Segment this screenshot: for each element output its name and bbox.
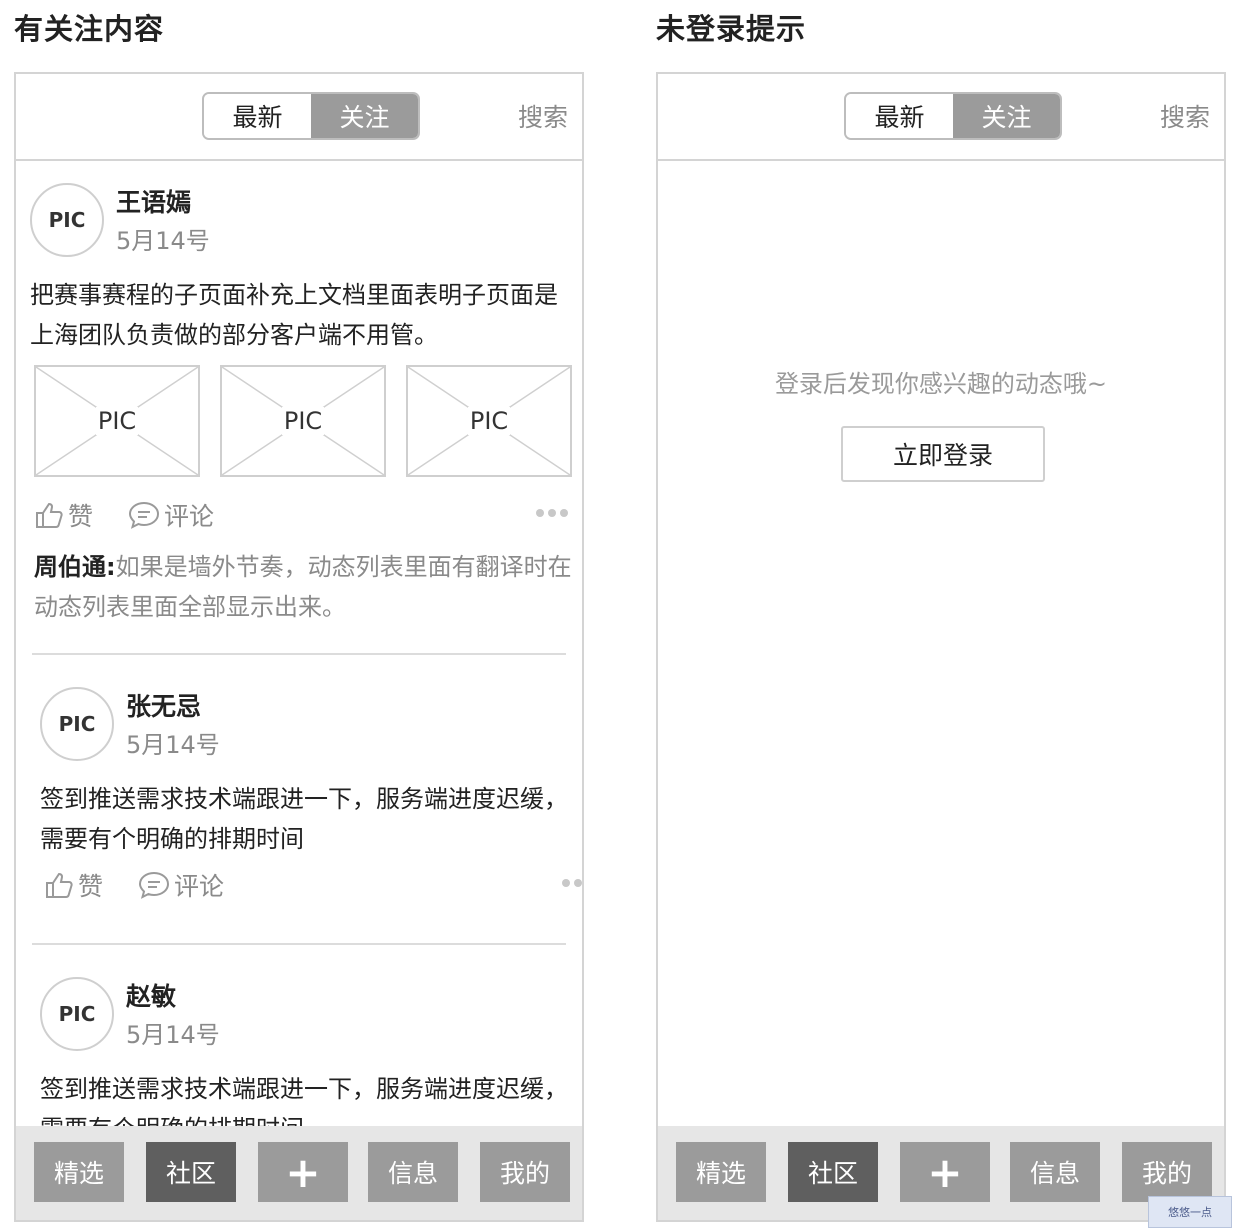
post-image-label: PIC — [95, 407, 139, 435]
tab-profile[interactable]: 我的 — [1122, 1142, 1212, 1202]
search-link[interactable]: 搜索 — [518, 98, 568, 134]
tab-following[interactable]: 关注 — [311, 94, 418, 138]
tab-following[interactable]: 关注 — [953, 94, 1060, 138]
post-date: 5月14号 — [126, 731, 220, 759]
top-bar: 最新 关注 搜索 — [16, 74, 582, 161]
more-options-icon[interactable] — [536, 509, 568, 517]
post-date: 5月14号 — [126, 1021, 220, 1049]
feed-post: PIC 王语嫣 5月14号 把赛事赛程的子页面补充上文档里面表明子页面是上海团队… — [30, 183, 572, 623]
comment-label: 评论 — [174, 872, 225, 901]
tab-community[interactable]: 社区 — [146, 1142, 236, 1202]
tab-latest[interactable]: 最新 — [846, 94, 953, 138]
like-button[interactable]: 赞 — [44, 867, 103, 903]
tab-messages[interactable]: 信息 — [368, 1142, 458, 1202]
bottom-tab-bar: 精选 社区 + 信息 我的 — [16, 1126, 582, 1220]
avatar[interactable]: PIC — [30, 183, 104, 257]
post-image-label: PIC — [467, 407, 511, 435]
comment-label: 评论 — [164, 502, 215, 531]
top-bar: 最新 关注 搜索 — [658, 74, 1224, 161]
post-date: 5月14号 — [116, 227, 210, 255]
tab-post-plus-icon[interactable]: + — [258, 1142, 348, 1202]
comment-author: 周伯通: — [34, 553, 116, 581]
thumbs-up-icon — [46, 872, 73, 898]
bottom-tab-bar: 精选 社区 + 信息 我的 — [658, 1126, 1224, 1220]
feed-segmented-control: 最新 关注 — [202, 92, 420, 140]
post-image[interactable]: PIC — [220, 365, 386, 477]
feed-post: PIC 张无忌 5月14号 签到推送需求技术端跟进一下，服务端进度迟缓，需要有个… — [40, 687, 582, 907]
login-button[interactable]: 立即登录 — [841, 426, 1045, 482]
post-image-label: PIC — [281, 407, 325, 435]
comment-bubble-icon — [138, 871, 170, 899]
feed-segmented-control: 最新 关注 — [844, 92, 1062, 140]
post-author-name[interactable]: 赵敏 — [126, 977, 176, 1013]
comment-button[interactable]: 评论 — [138, 867, 224, 903]
comment-bubble-icon — [128, 501, 160, 529]
phone-frame-logged-out: 最新 关注 搜索 登录后发现你感兴趣的动态哦~ 立即登录 精选 社区 + 信息 … — [656, 72, 1226, 1222]
post-divider — [32, 943, 566, 945]
like-label: 赞 — [68, 502, 94, 531]
tab-profile[interactable]: 我的 — [480, 1142, 570, 1202]
phone-frame-followed: 最新 关注 搜索 PIC 王语嫣 5月14号 把赛事赛程的子页面补充上文档里面表… — [14, 72, 584, 1222]
post-image[interactable]: PIC — [406, 365, 572, 477]
tab-post-plus-icon[interactable]: + — [900, 1142, 990, 1202]
post-text: 签到推送需求技术端跟进一下，服务端进度迟缓，需要有个明确的排期时间 — [40, 1075, 568, 1131]
post-actions: 赞 评论 — [30, 497, 570, 537]
watermark-logo: 悠悠一点 — [1148, 1196, 1232, 1228]
like-label: 赞 — [78, 872, 104, 901]
post-divider — [32, 653, 566, 655]
tab-community[interactable]: 社区 — [788, 1142, 878, 1202]
section-title-logged-out: 未登录提示 — [656, 12, 807, 46]
feed-post: PIC 赵敏 5月14号 签到推送需求技术端跟进一下，服务端进度迟缓，需要有个明… — [40, 977, 580, 1131]
feed-list: PIC 王语嫣 5月14号 把赛事赛程的子页面补充上文档里面表明子页面是上海团队… — [16, 163, 582, 1131]
tab-latest[interactable]: 最新 — [204, 94, 311, 138]
more-options-icon[interactable] — [562, 879, 582, 887]
tab-featured[interactable]: 精选 — [676, 1142, 766, 1202]
tab-messages[interactable]: 信息 — [1010, 1142, 1100, 1202]
search-link[interactable]: 搜索 — [1160, 98, 1210, 134]
avatar[interactable]: PIC — [40, 977, 114, 1051]
avatar[interactable]: PIC — [40, 687, 114, 761]
comment-text: 如果是墙外节奏，动态列表里面有翻译时在动态列表里面全部显示出来。 — [34, 553, 572, 621]
post-author-name[interactable]: 张无忌 — [126, 687, 201, 723]
login-prompt-text: 登录后发现你感兴趣的动态哦~ — [774, 370, 1108, 398]
post-image[interactable]: PIC — [34, 365, 200, 477]
post-actions: 赞 评论 — [40, 867, 582, 907]
tab-featured[interactable]: 精选 — [34, 1142, 124, 1202]
comment-preview[interactable]: 周伯通:如果是墙外节奏，动态列表里面有翻译时在动态列表里面全部显示出来。 — [34, 547, 574, 627]
section-title-followed: 有关注内容 — [14, 12, 165, 46]
post-text: 把赛事赛程的子页面补充上文档里面表明子页面是上海团队负责做的部分客户端不用管。 — [30, 281, 558, 349]
comment-button[interactable]: 评论 — [128, 497, 214, 533]
post-images: PIC PIC PIC — [34, 365, 572, 477]
post-text: 签到推送需求技术端跟进一下，服务端进度迟缓，需要有个明确的排期时间 — [40, 785, 568, 853]
like-button[interactable]: 赞 — [34, 497, 93, 533]
post-author-name[interactable]: 王语嫣 — [116, 183, 191, 219]
thumbs-up-icon — [36, 502, 63, 528]
